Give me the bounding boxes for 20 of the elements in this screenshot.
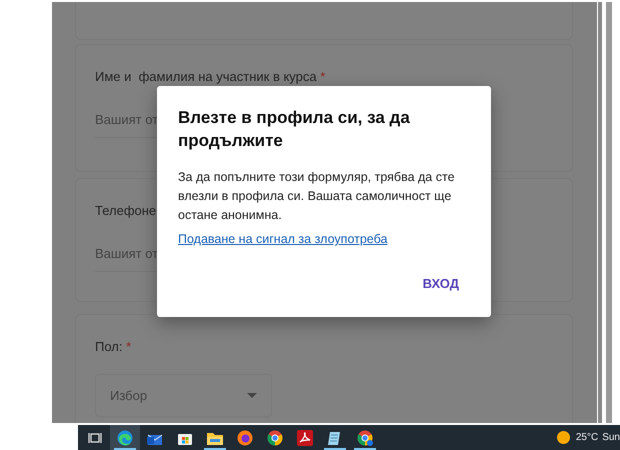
temperature-text: 25°C (576, 432, 598, 443)
dropdown-field[interactable]: Избор (95, 374, 272, 417)
weather-text: Sun (602, 432, 620, 443)
chrome-icon (357, 430, 373, 446)
question-label: Телефоне (95, 203, 156, 218)
question-label: Пол: * (95, 339, 132, 354)
dialog-message: За да попълните този формуляр, трябва да сте влезли в профила си. Вашата самоличност ще остане анонимна. (178, 169, 456, 224)
pdf-reader-icon (297, 430, 313, 446)
task-view-icon (88, 432, 102, 444)
report-abuse-link[interactable]: Подаване на сигнал за злоупотреба (178, 232, 388, 246)
chrome-icon (267, 430, 283, 446)
edge-browser-icon (117, 430, 133, 446)
notepad-icon (327, 430, 343, 446)
question-label: Име и фамилия на участник в курса * (95, 69, 326, 84)
firefox-icon (237, 430, 253, 446)
sun-icon (556, 431, 570, 444)
folder-icon (207, 430, 223, 444)
caret-icon (247, 393, 257, 398)
dialog-title: Влезте в профила си, за да продължите (178, 107, 411, 152)
sign-in-button[interactable]: ВХОД (412, 270, 469, 297)
